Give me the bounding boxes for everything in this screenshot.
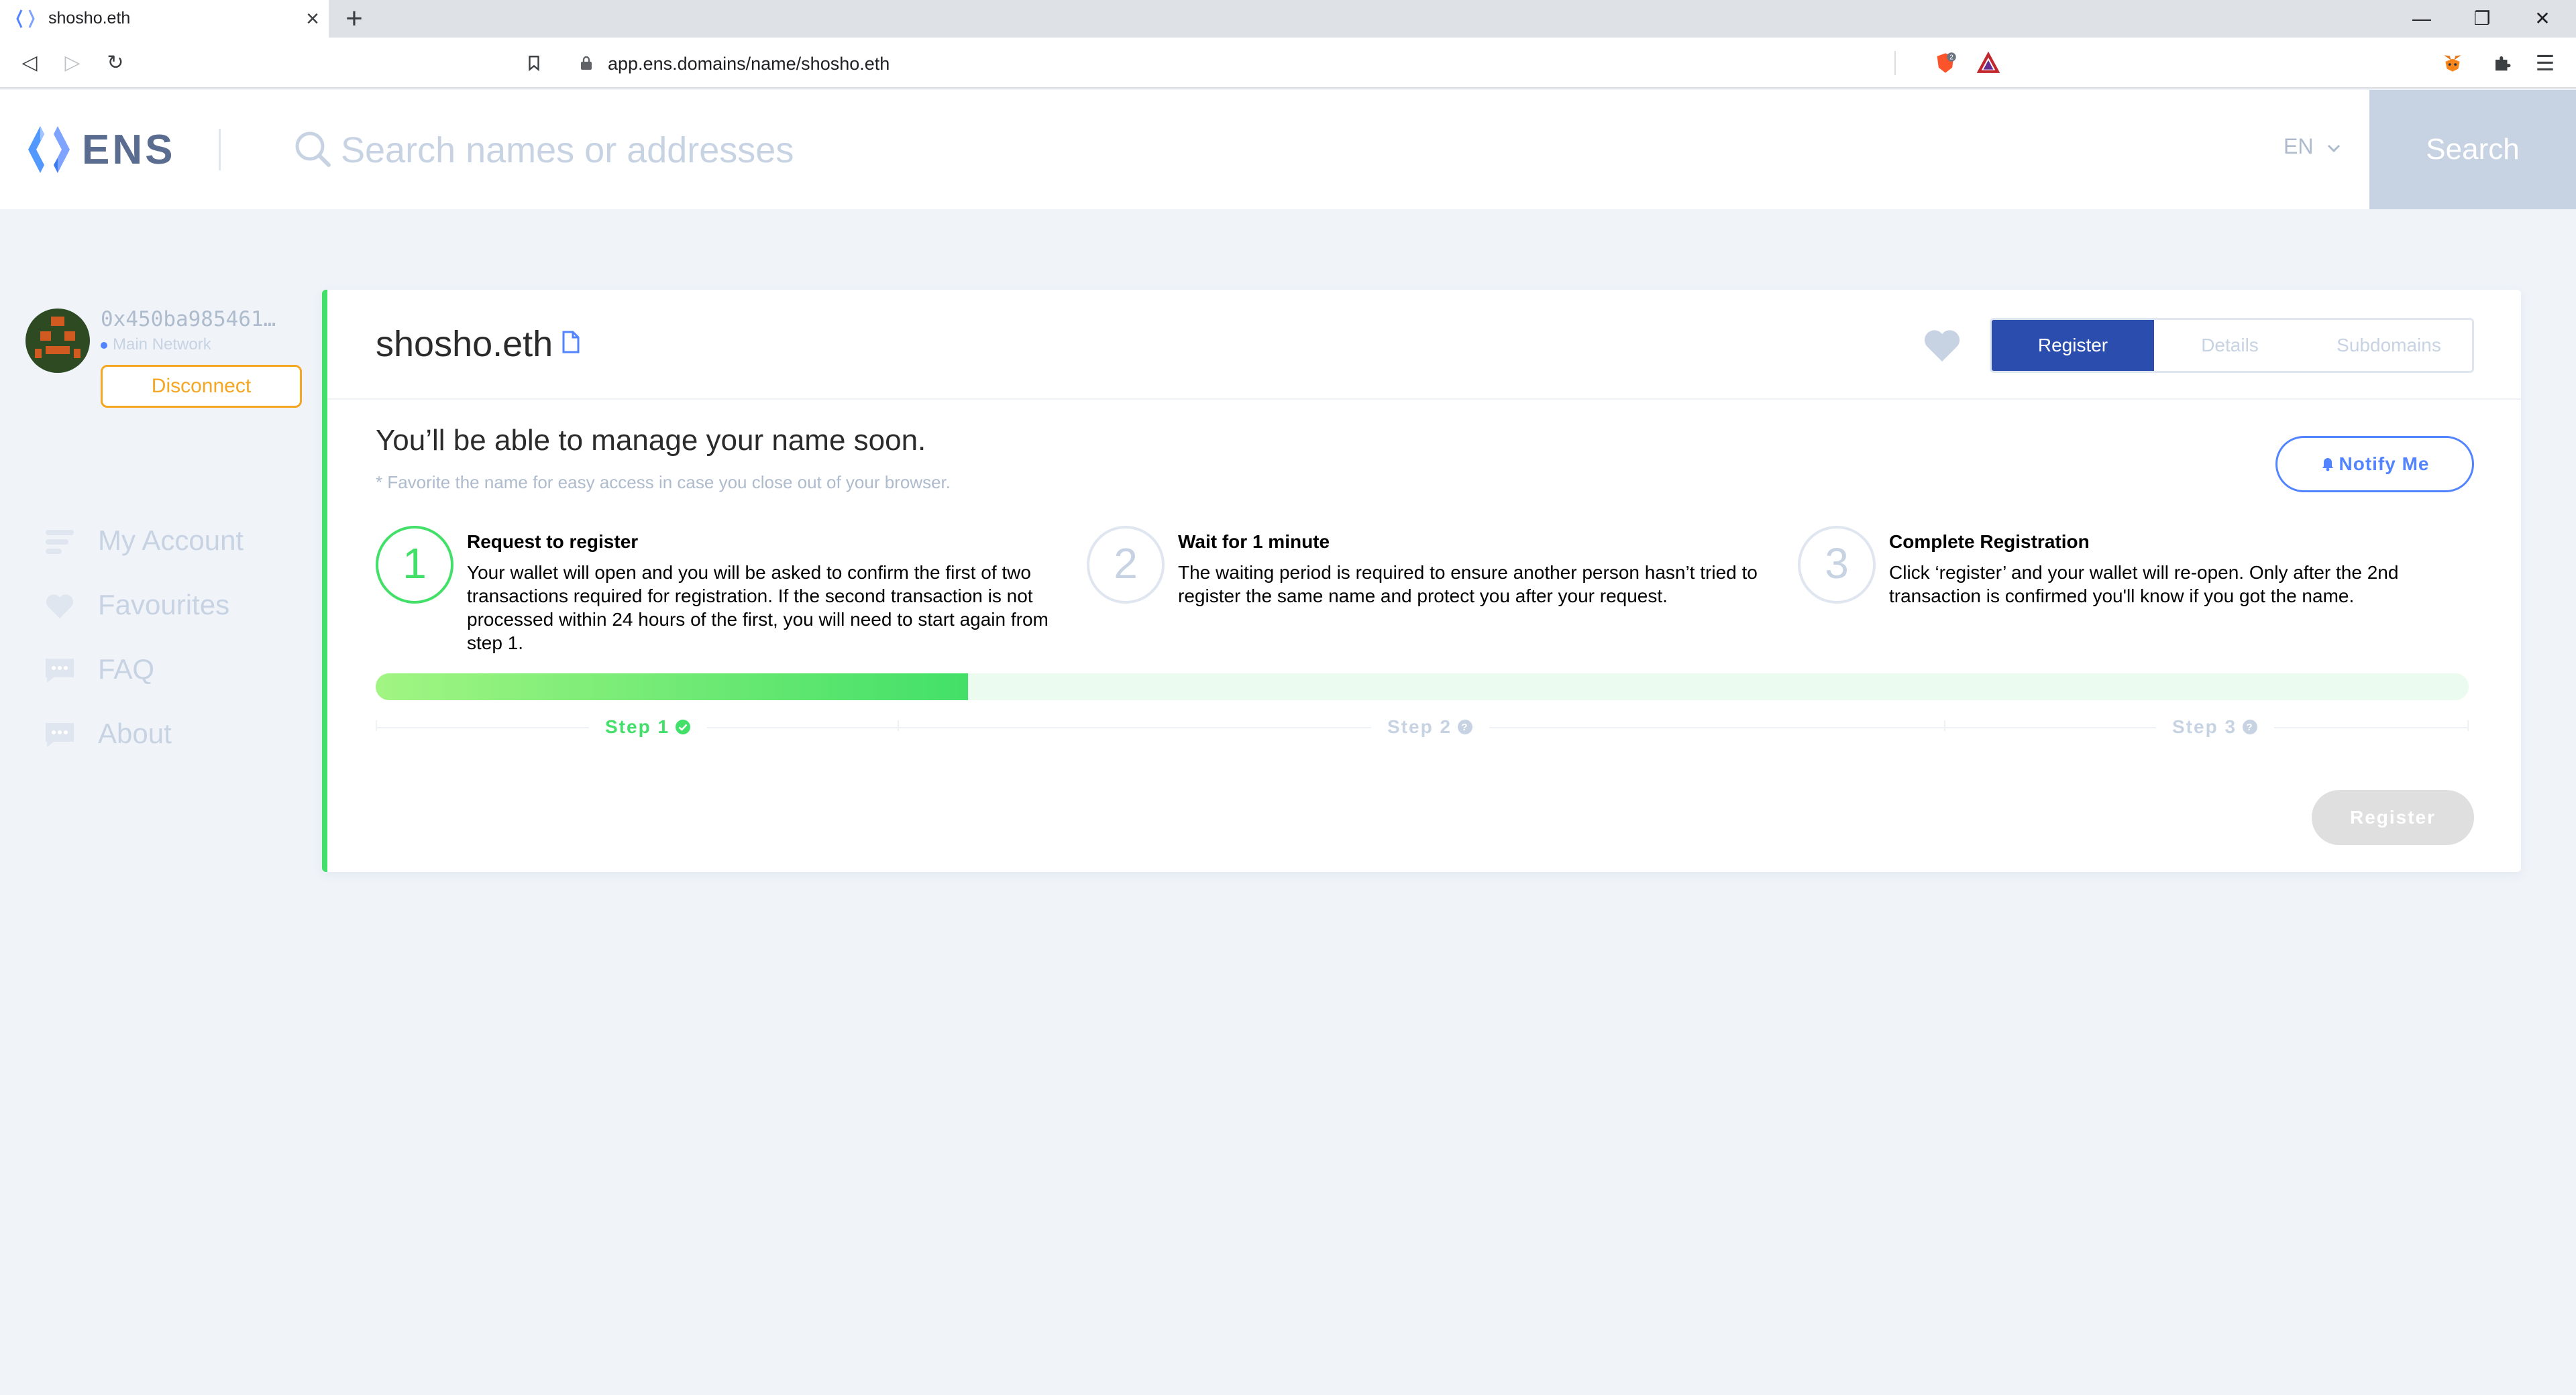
chevron-down-icon[interactable] bbox=[2325, 140, 2343, 157]
sidebar-item-label: FAQ bbox=[98, 653, 155, 685]
name-tabs: Register Details Subdomains bbox=[1990, 318, 2474, 373]
tab-title: shosho.eth bbox=[48, 9, 131, 27]
search-input[interactable] bbox=[341, 123, 2219, 177]
step-label-text: Step 1 bbox=[605, 716, 670, 737]
network-label: Main Network bbox=[113, 335, 211, 353]
tab-register[interactable]: Register bbox=[1992, 320, 2154, 371]
step-description: Your wallet will open and you will be as… bbox=[467, 562, 1049, 653]
card-header: shosho.eth Register Details Subdomains bbox=[327, 290, 2521, 400]
lock-icon bbox=[581, 56, 592, 70]
favourite-note: * Favorite the name for easy access in c… bbox=[376, 472, 951, 492]
ens-header: ENS EN Search bbox=[0, 90, 2576, 209]
browser-tabstrip: shosho.eth × + — ❐ ✕ bbox=[0, 0, 2576, 38]
extensions-puzzle-icon[interactable] bbox=[2486, 47, 2518, 79]
step-1-label: Step 1 bbox=[589, 716, 708, 738]
address-bar[interactable]: app.ens.domains/name/shosho.eth bbox=[561, 44, 2010, 82]
step-number: 3 bbox=[1798, 526, 1876, 604]
sidebar-item-label: My Account bbox=[98, 524, 244, 556]
tab-subdomains[interactable]: Subdomains bbox=[2306, 320, 2472, 371]
step-item: 3 Complete Registration Click ‘register’… bbox=[1798, 526, 2496, 660]
ens-logo-text[interactable]: ENS bbox=[82, 126, 175, 174]
step-description: The waiting period is required to ensure… bbox=[1178, 562, 1758, 606]
question-circle-icon: ? bbox=[1458, 720, 1473, 734]
bell-icon bbox=[2322, 458, 2333, 471]
svg-text:?: ? bbox=[2246, 722, 2253, 733]
account-icon bbox=[46, 530, 74, 554]
step-tick bbox=[1944, 720, 1945, 731]
step-item: 2 Wait for 1 minute The waiting period i… bbox=[1087, 526, 1784, 660]
url-text[interactable]: app.ens.domains/name/shosho.eth bbox=[608, 54, 890, 74]
reload-icon[interactable]: ↻ bbox=[99, 47, 131, 79]
browser-menu-icon[interactable]: ☰ bbox=[2529, 47, 2561, 79]
chat-icon bbox=[46, 659, 74, 683]
forward-icon[interactable]: ▷ bbox=[56, 47, 89, 79]
step-3-label: Step 3? bbox=[2156, 716, 2275, 738]
copy-icon[interactable] bbox=[561, 330, 581, 354]
sidebar-item-label: Favourites bbox=[98, 589, 230, 620]
question-circle-icon: ? bbox=[2243, 720, 2258, 734]
avatar bbox=[25, 309, 90, 373]
check-circle-icon bbox=[676, 720, 691, 734]
step-tick bbox=[898, 720, 899, 731]
notify-me-button[interactable]: Notify Me bbox=[2275, 436, 2474, 492]
sidebar-item-label: About bbox=[98, 718, 172, 749]
search-icon bbox=[295, 131, 331, 167]
sidebar-item-faq[interactable]: FAQ bbox=[44, 649, 286, 689]
svg-text:?: ? bbox=[1461, 722, 1468, 733]
step-title: Wait for 1 minute bbox=[1178, 531, 1330, 552]
chat-icon bbox=[46, 723, 74, 747]
ens-favicon-icon bbox=[16, 9, 35, 28]
ens-logo-icon[interactable] bbox=[25, 123, 72, 176]
restore-icon[interactable]: ❐ bbox=[2455, 0, 2509, 38]
browser-toolbar: ◁ ▷ ↻ app.ens.domains/name/shosho.eth 2 bbox=[0, 38, 2576, 89]
disconnect-button[interactable]: Disconnect bbox=[101, 365, 302, 408]
language-selector[interactable]: EN bbox=[2284, 134, 2313, 159]
sidebar-item-favourites[interactable]: Favourites bbox=[44, 585, 286, 625]
back-icon[interactable]: ◁ bbox=[13, 47, 46, 79]
step-tick bbox=[2467, 720, 2469, 731]
omnibox-divider bbox=[1894, 51, 1896, 75]
step-title: Complete Registration bbox=[1889, 531, 2090, 552]
notify-me-label: Notify Me bbox=[2339, 453, 2430, 474]
sidebar-item-my-account[interactable]: My Account bbox=[44, 520, 286, 561]
brave-shields-icon[interactable]: 2 bbox=[1929, 47, 1962, 79]
tab-close-icon[interactable]: × bbox=[299, 5, 326, 32]
search-button[interactable]: Search bbox=[2369, 90, 2576, 209]
window-close-icon[interactable]: ✕ bbox=[2516, 0, 2569, 38]
bookmark-icon[interactable] bbox=[518, 47, 550, 79]
progress-fill bbox=[376, 673, 968, 700]
registration-progress-bar bbox=[376, 673, 2469, 700]
svg-text:2: 2 bbox=[1949, 54, 1953, 61]
step-item: 1 Request to register Your wallet will o… bbox=[376, 526, 1073, 660]
register-button[interactable]: Register bbox=[2312, 790, 2474, 845]
brave-rewards-icon[interactable] bbox=[1972, 47, 2004, 79]
metamask-icon[interactable] bbox=[2436, 47, 2469, 79]
minimize-icon[interactable]: — bbox=[2395, 0, 2449, 38]
network-status: Main Network bbox=[101, 335, 211, 354]
heart-icon bbox=[46, 594, 74, 618]
step-label-text: Step 3 bbox=[2172, 716, 2237, 737]
step-number: 1 bbox=[376, 526, 453, 604]
step-number: 2 bbox=[1087, 526, 1165, 604]
tab-details[interactable]: Details bbox=[2154, 320, 2306, 371]
favourite-heart-icon[interactable] bbox=[1923, 327, 1962, 364]
header-divider bbox=[219, 129, 221, 170]
account-address: 0x450ba985461… bbox=[101, 307, 276, 331]
page-title: shosho.eth bbox=[376, 324, 553, 364]
step-description: Click ‘register’ and your wallet will re… bbox=[1889, 562, 2399, 606]
network-dot bbox=[101, 341, 107, 349]
new-tab-button[interactable]: + bbox=[338, 3, 370, 35]
step-2-label: Step 2? bbox=[1371, 716, 1490, 738]
step-label-text: Step 2 bbox=[1387, 716, 1452, 737]
sidebar-item-about[interactable]: About bbox=[44, 714, 286, 754]
registration-heading: You’ll be able to manage your name soon. bbox=[376, 424, 926, 457]
step-tick bbox=[376, 720, 377, 731]
step-title: Request to register bbox=[467, 531, 639, 552]
browser-tab[interactable]: shosho.eth × bbox=[0, 0, 329, 38]
name-registration-card: shosho.eth Register Details Subdomains Y… bbox=[322, 290, 2521, 872]
